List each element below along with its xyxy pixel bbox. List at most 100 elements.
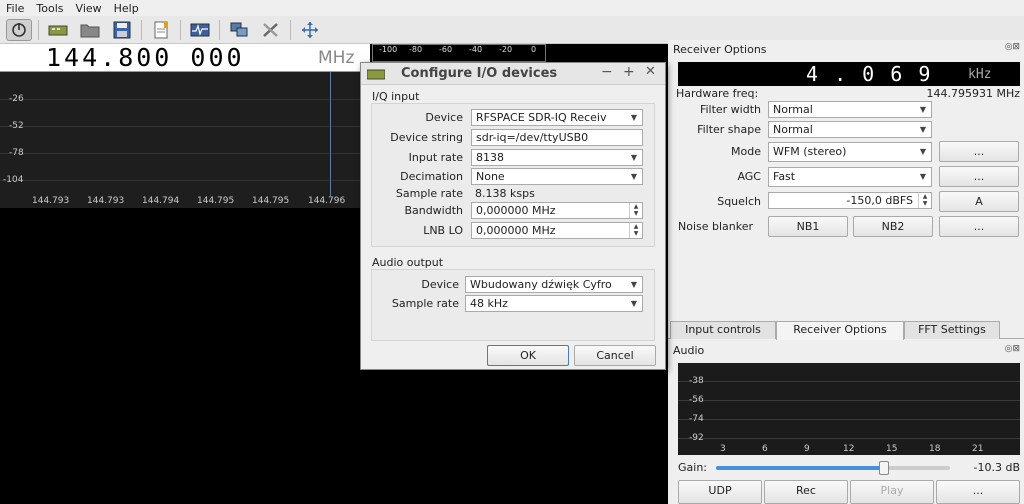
cancel-button[interactable]: Cancel bbox=[574, 345, 656, 366]
audio-freq-label: 3 bbox=[720, 444, 726, 454]
lnb-lo-label: LNB LO bbox=[423, 224, 463, 237]
fft-db-label: -52 bbox=[9, 121, 24, 131]
device-string-label: Device string bbox=[390, 131, 463, 144]
meter-label: -100 bbox=[379, 45, 398, 54]
nb1-button[interactable]: NB1 bbox=[768, 216, 848, 237]
move-icon bbox=[302, 21, 318, 38]
tab-fft-settings[interactable]: FFT Settings bbox=[904, 321, 1000, 339]
offset-unit: kHz bbox=[968, 67, 992, 82]
menu-help[interactable]: Help bbox=[108, 2, 145, 15]
rec-button[interactable]: Rec bbox=[764, 480, 848, 504]
audio-freq-label: 15 bbox=[886, 444, 898, 454]
signal-meter-scale: -100 -80 -60 -40 -20 0 bbox=[372, 44, 546, 62]
fft-icon bbox=[190, 23, 210, 36]
device-icon bbox=[48, 25, 68, 35]
audio-freq-label: 21 bbox=[972, 444, 984, 454]
filter-width-select[interactable]: Normal ▼ bbox=[768, 101, 932, 118]
sample-rate-value: 8.138 ksps bbox=[475, 187, 535, 200]
open-icon bbox=[80, 24, 100, 37]
frequency-unit: MHz bbox=[318, 48, 355, 68]
tools-button[interactable] bbox=[258, 19, 284, 41]
meter-label: -80 bbox=[409, 45, 423, 54]
audio-db-label: -38 bbox=[689, 376, 704, 386]
audio-title: Audio bbox=[673, 344, 705, 357]
mode-select[interactable]: WFM (stereo) ▼ bbox=[768, 142, 932, 162]
meter-label: -60 bbox=[439, 45, 453, 54]
ok-button[interactable]: OK bbox=[487, 345, 569, 366]
network-icon bbox=[230, 22, 248, 36]
maximize-icon[interactable]: + bbox=[623, 64, 635, 80]
app-icon bbox=[367, 69, 385, 80]
fft-freq-label: 144.795 bbox=[252, 196, 290, 206]
bandwidth-spinbox[interactable]: 0,000000 MHz ▲ ▼ bbox=[471, 202, 643, 219]
lnb-lo-spinbox[interactable]: 0,000000 MHz ▲ ▼ bbox=[471, 222, 643, 239]
squelch-label: Squelch bbox=[717, 195, 761, 208]
menu-tools[interactable]: Tools bbox=[30, 2, 69, 15]
fft-freq-label: 144.794 bbox=[142, 196, 180, 206]
fft-db-label: -26 bbox=[9, 94, 24, 104]
offset-frequency-display[interactable]: 4 . 0 6 9 kHz bbox=[678, 62, 1020, 86]
gain-slider-handle[interactable] bbox=[879, 461, 890, 475]
hw-freq-label: Hardware freq: bbox=[676, 87, 759, 100]
input-rate-combo[interactable]: 8138 ▼ bbox=[471, 149, 643, 166]
receiver-options-title: Receiver Options bbox=[673, 43, 767, 56]
tab-receiver-options[interactable]: Receiver Options bbox=[776, 321, 904, 340]
gain-value: -10.3 dB bbox=[973, 461, 1021, 474]
bookmark-button[interactable] bbox=[148, 19, 174, 41]
dock-float-icon[interactable]: ◎⊠ bbox=[1005, 42, 1020, 52]
fft-button[interactable] bbox=[187, 19, 213, 41]
frequency-display[interactable]: 144.800 000 MHz bbox=[0, 44, 370, 72]
agc-options-button[interactable]: ... bbox=[939, 166, 1019, 187]
mode-label: Mode bbox=[731, 145, 761, 158]
audio-db-label: -74 bbox=[689, 414, 704, 424]
fft-freq-label: 144.796 bbox=[308, 196, 346, 206]
squelch-auto-button[interactable]: A bbox=[939, 191, 1019, 212]
dialog-titlebar[interactable]: Configure I/O devices − + ✕ bbox=[361, 63, 665, 85]
device-string-input[interactable]: sdr-iq=/dev/ttyUSB0 bbox=[471, 129, 643, 146]
open-button[interactable] bbox=[77, 19, 103, 41]
input-rate-label: Input rate bbox=[408, 151, 463, 164]
squelch-spinbox[interactable]: -150,0 dBFS ▲ ▼ bbox=[768, 192, 932, 209]
fft-db-label: -78 bbox=[9, 148, 24, 158]
decimation-select[interactable]: None ▼ bbox=[471, 168, 643, 185]
menu-file[interactable]: File bbox=[0, 2, 30, 15]
power-button[interactable] bbox=[6, 18, 32, 41]
frequency-digits[interactable]: 144.800 000 bbox=[46, 44, 245, 72]
audio-device-select[interactable]: Wbudowany dźwięk Cyfro ▼ bbox=[465, 276, 643, 293]
audio-options-button[interactable]: ... bbox=[936, 480, 1020, 504]
minimize-icon[interactable]: − bbox=[601, 64, 613, 80]
network-button[interactable] bbox=[226, 19, 252, 41]
noise-options-button[interactable]: ... bbox=[939, 216, 1019, 237]
device-button[interactable] bbox=[45, 19, 71, 41]
decimation-label: Decimation bbox=[400, 170, 463, 183]
audio-sample-rate-label: Sample rate bbox=[391, 297, 459, 310]
filter-shape-select[interactable]: Normal ▼ bbox=[768, 121, 932, 138]
save-button[interactable] bbox=[109, 19, 135, 41]
close-icon[interactable]: ✕ bbox=[645, 64, 656, 79]
fft-freq-label: 144.793 bbox=[87, 196, 125, 206]
audio-device-label: Device bbox=[421, 278, 459, 291]
dialog-title: Configure I/O devices bbox=[401, 66, 558, 81]
menu-view[interactable]: View bbox=[70, 2, 108, 15]
filter-width-label: Filter width bbox=[699, 103, 761, 116]
agc-select[interactable]: Fast ▼ bbox=[768, 167, 932, 187]
audio-sample-rate-select[interactable]: 48 kHz ▼ bbox=[465, 295, 643, 312]
move-button[interactable] bbox=[297, 19, 323, 41]
audio-dock-float-icon[interactable]: ◎⊠ bbox=[1005, 344, 1020, 354]
gain-label: Gain: bbox=[678, 461, 707, 474]
mode-options-button[interactable]: ... bbox=[939, 141, 1019, 162]
meter-label: -20 bbox=[499, 45, 513, 54]
audio-fft-plot: -38 -56 -74 -92 3 6 9 12 15 18 21 bbox=[678, 363, 1020, 455]
tab-input-controls[interactable]: Input controls bbox=[670, 321, 776, 339]
fft-plot[interactable]: -26 -52 -78 -104 144.793 144.793 144.794… bbox=[0, 72, 370, 208]
menu-bar: File Tools View Help bbox=[0, 0, 1024, 16]
filter-shape-label: Filter shape bbox=[697, 123, 761, 136]
fft-freq-label: 144.793 bbox=[32, 196, 70, 206]
offset-digits[interactable]: 4 . 0 6 9 bbox=[806, 62, 932, 86]
device-select[interactable]: RFSPACE SDR-IQ Receiv ▼ bbox=[471, 109, 643, 126]
nb2-button[interactable]: NB2 bbox=[853, 216, 933, 237]
udp-button[interactable]: UDP bbox=[678, 480, 762, 504]
tuning-marker[interactable] bbox=[330, 72, 331, 196]
gain-slider[interactable] bbox=[716, 461, 950, 475]
play-button[interactable]: Play bbox=[850, 480, 934, 504]
